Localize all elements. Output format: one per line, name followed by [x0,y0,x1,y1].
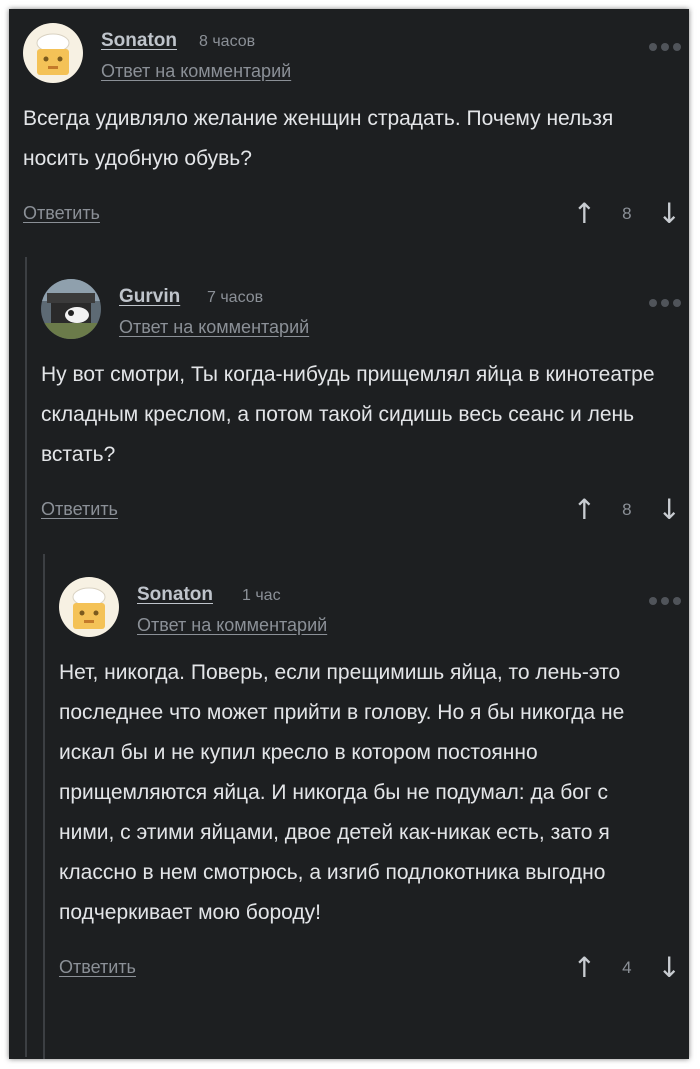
username-link[interactable]: Gurvin [119,286,180,308]
arrow-up-icon[interactable]: ↑ [573,953,596,983]
comment-score: 4 [622,958,632,977]
reply-button[interactable]: Ответить [23,203,100,224]
arrow-up-icon[interactable]: ↑ [573,495,596,525]
comment-time: 8 часов [199,33,256,50]
avatar[interactable] [59,577,119,637]
comment-header: Gurvin 7 часов Ответ на комментарий [41,279,681,347]
comment-time: 7 часов [207,289,264,306]
thread-line[interactable] [43,554,45,1059]
arrow-down-icon[interactable]: ↓ [658,495,681,525]
arrow-down-icon[interactable]: ↓ [658,199,681,229]
comments-thread: Sonaton 8 часов Ответ на комментарий Все… [9,9,689,1059]
comment-header: Sonaton 8 часов Ответ на комментарий [23,23,681,91]
comment-footer: Ответить ↑ 8 ↓ [41,495,681,529]
more-dots-icon[interactable] [649,597,681,605]
comment-text: Всегда удивляло желание женщин страдать.… [23,107,614,170]
more-dots-icon[interactable] [649,43,681,51]
avatar[interactable] [23,23,83,83]
comment-header: Sonaton 1 час Ответ на комментарий [59,577,681,645]
reply-to-link[interactable]: Ответ на комментарий [137,615,327,636]
reply-button[interactable]: Ответить [59,957,136,978]
username-link[interactable]: Sonaton [137,584,213,606]
arrow-down-icon[interactable]: ↓ [658,953,681,983]
arrow-up-icon[interactable]: ↑ [573,199,596,229]
reply-to-link[interactable]: Ответ на комментарий [119,317,309,338]
reply-button[interactable]: Ответить [41,499,118,520]
avatar[interactable] [41,279,101,339]
reply-to-link[interactable]: Ответ на комментарий [101,61,291,82]
comment-time: 1 час [242,587,281,604]
comment: Sonaton 1 час Ответ на комментарий Нет, … [59,577,681,987]
vote-controls: ↑ 4 ↓ [573,953,681,983]
comment-footer: Ответить ↑ 4 ↓ [59,953,681,987]
username-link[interactable]: Sonaton [101,30,177,52]
more-dots-icon[interactable] [649,299,681,307]
thread-line[interactable] [25,257,27,1057]
comment-score: 8 [622,500,632,519]
comment: Sonaton 8 часов Ответ на комментарий Все… [23,23,681,233]
comment-text: Ну вот смотри, Ты когда-нибудь прищемлял… [41,363,655,466]
comment-text: Нет, никогда. Поверь, если прещимишь яйц… [59,661,625,924]
comment-footer: Ответить ↑ 8 ↓ [23,199,681,233]
vote-controls: ↑ 8 ↓ [573,495,681,525]
comment: Gurvin 7 часов Ответ на комментарий Ну в… [41,279,681,529]
comment-score: 8 [622,204,632,223]
vote-controls: ↑ 8 ↓ [573,199,681,229]
